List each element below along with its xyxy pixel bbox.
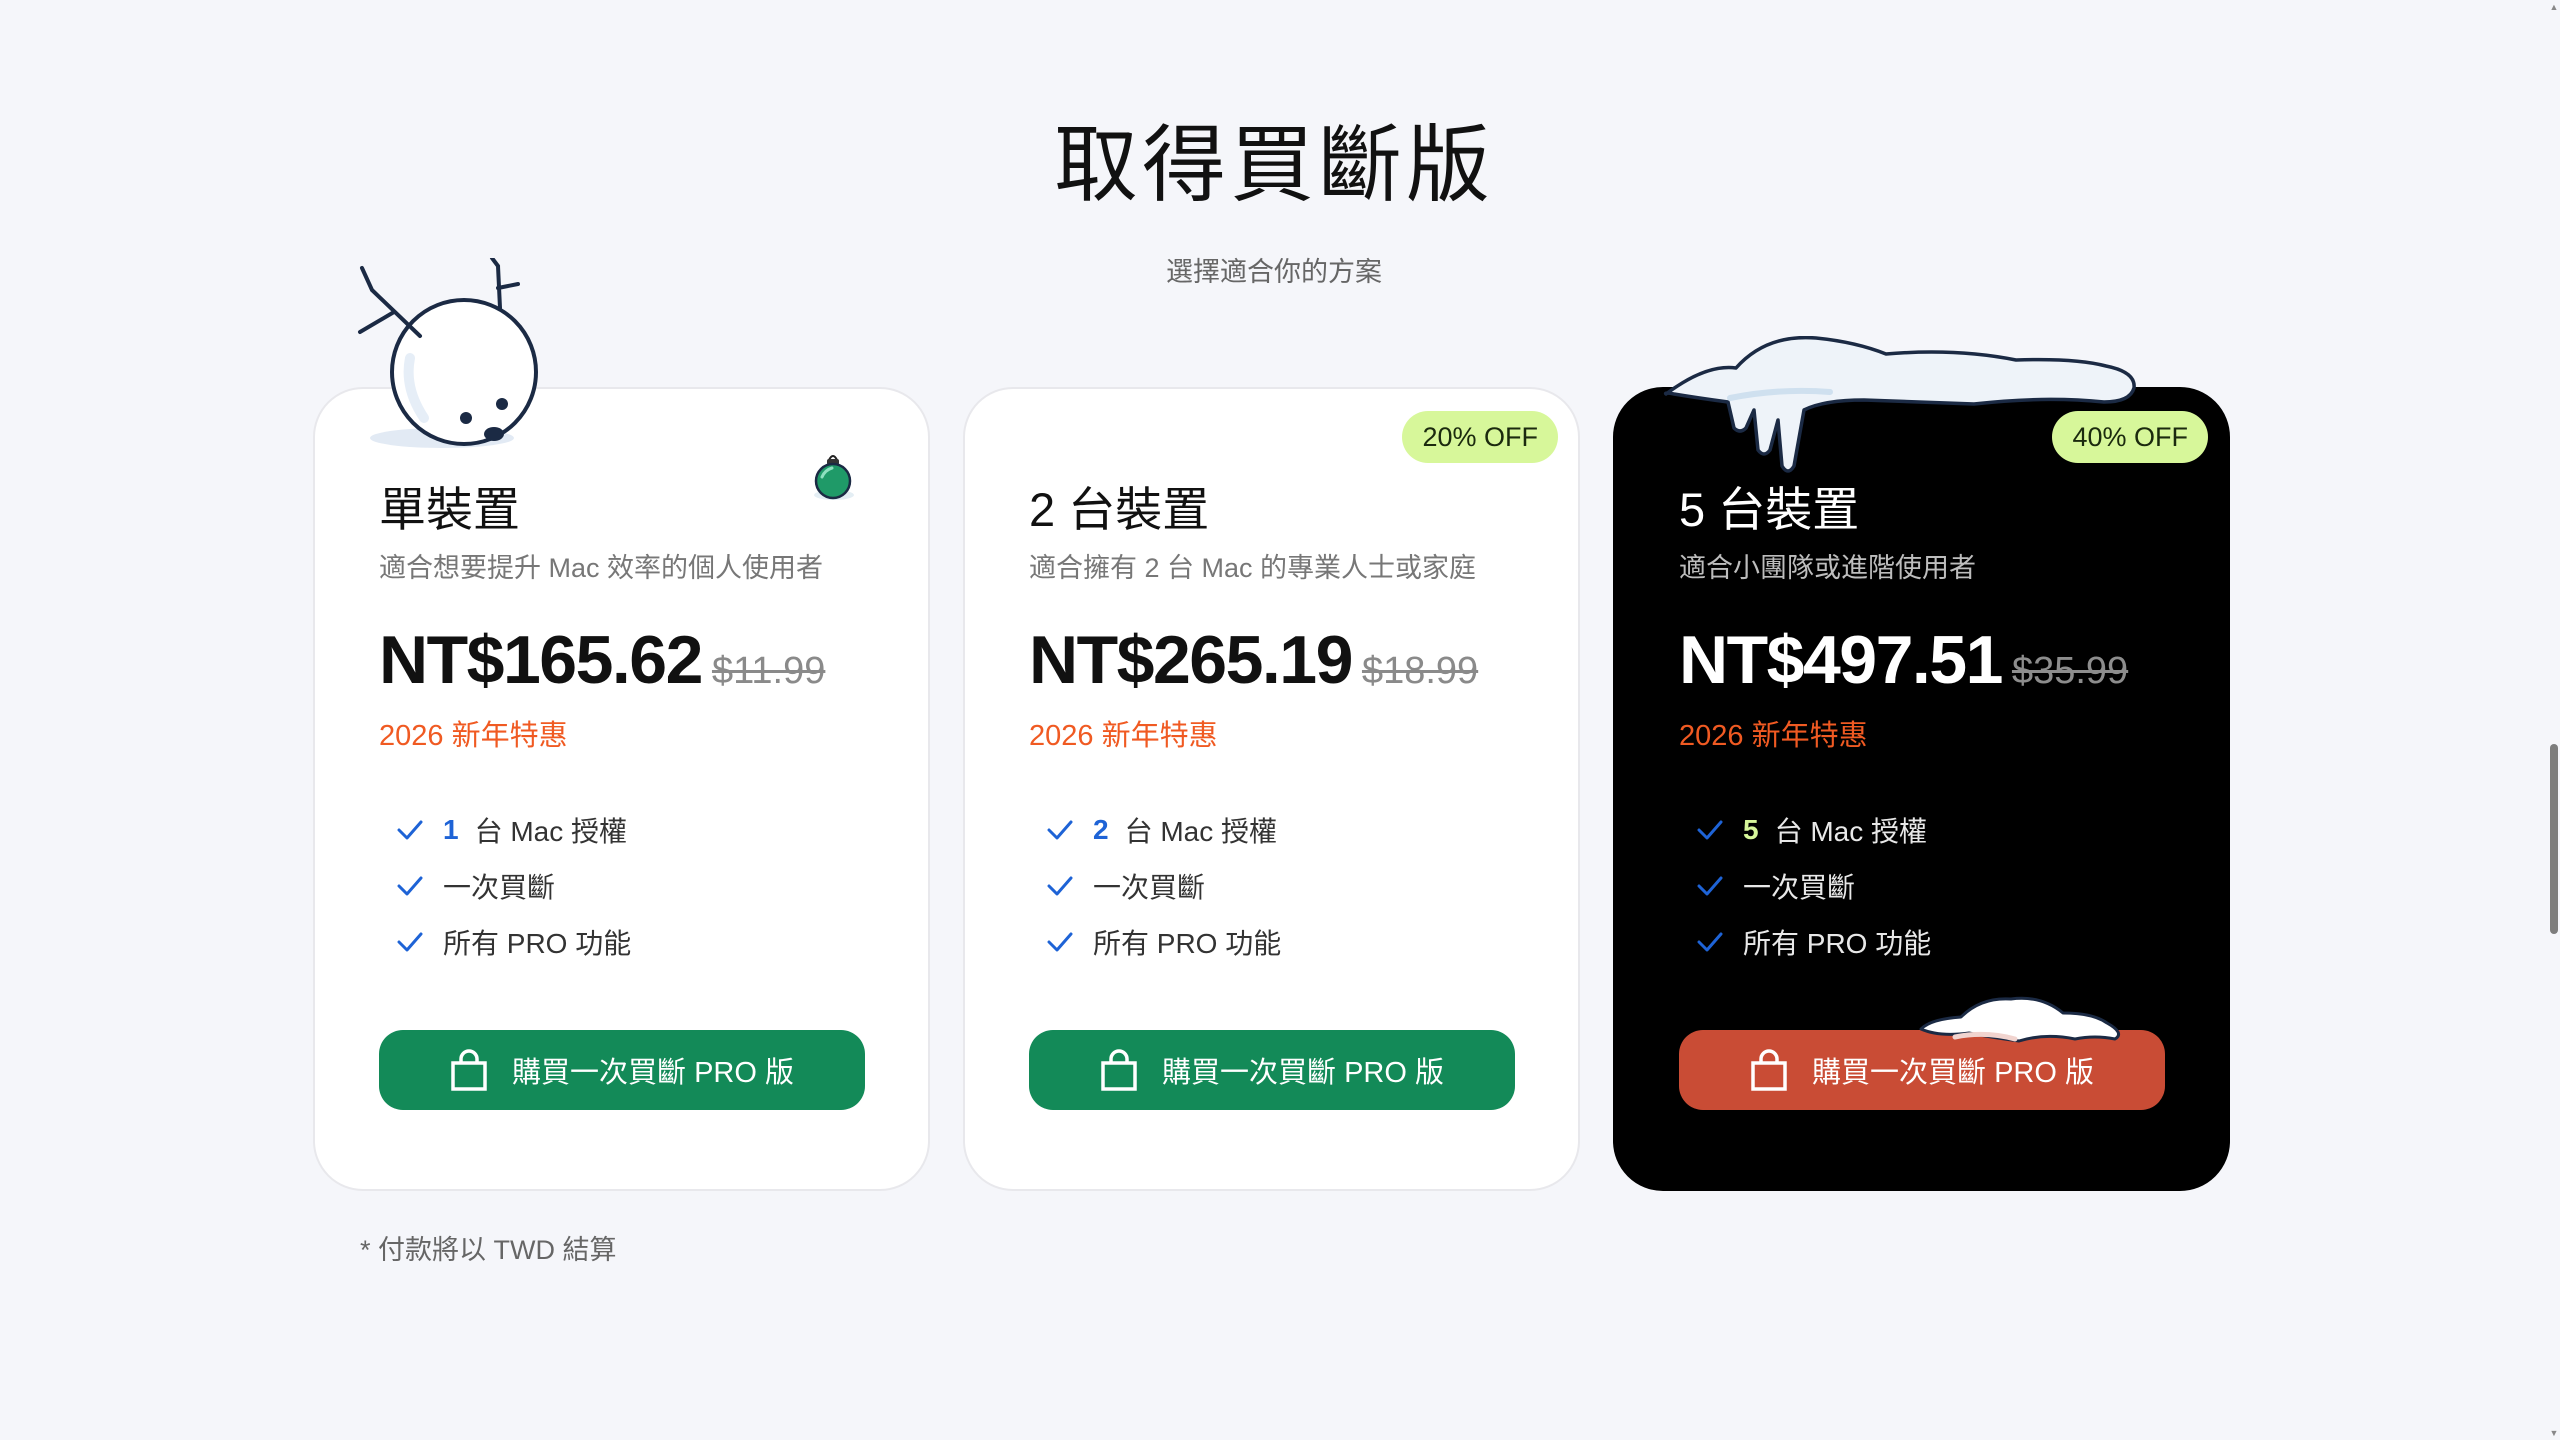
price-row: NT$497.51 $35.99 [1679,621,2128,699]
buy-button-label: 購買一次買斷 PRO 版 [1812,1057,2094,1089]
plan-price: NT$497.51 [1679,622,2003,698]
plan-card-two: 20% OFF 2 台裝置 適合擁有 2 台 Mac 的專業人士或家庭 NT$2… [963,387,1580,1191]
feature-list: 2 台 Mac 授權 一次買斷 所有 PRO 功能 [1047,802,1281,970]
check-icon [1697,820,1723,840]
snow-cap-decoration [1919,996,2121,1043]
shopping-bag-icon [1751,1049,1787,1091]
plan-price: NT$165.62 [379,622,703,698]
price-row: NT$265.19 $18.99 [1029,621,1478,699]
check-icon [397,820,423,840]
feature-list: 5 台 Mac 授權 一次買斷 所有 PRO 功能 [1697,802,1931,970]
price-row: NT$165.62 $11.99 [379,621,825,699]
feature-text: 所有 PRO 功能 [1093,928,1282,959]
plan-name: 5 台裝置 [1679,483,1860,536]
feature-count: 5 [1743,814,1759,845]
check-icon [397,876,423,896]
feature-item: 一次買斷 [1047,858,1281,914]
snowball-reindeer-decoration [358,258,538,448]
feature-item: 5 台 Mac 授權 [1697,802,1931,858]
scrollbar-thumb[interactable] [2550,744,2558,934]
plan-old-price: $18.99 [1361,650,1479,692]
feature-item: 所有 PRO 功能 [397,914,631,970]
feature-text: 一次買斷 [1093,872,1206,903]
promo-label: 2026 新年特惠 [379,720,568,752]
discount-badge: 20% OFF [1402,411,1558,463]
buy-button-label: 購買一次買斷 PRO 版 [1162,1057,1444,1089]
shopping-bag-icon [1101,1049,1137,1091]
feature-text: 台 Mac 授權 [474,816,628,847]
feature-count: 2 [1093,814,1109,845]
plan-name: 單裝置 [379,483,520,536]
feature-item: 2 台 Mac 授權 [1047,802,1281,858]
buy-button-two[interactable]: 購買一次買斷 PRO 版 [1029,1030,1515,1110]
check-icon [1047,932,1073,952]
feature-item: 所有 PRO 功能 [1697,914,1931,970]
pricing-page: 取得買斷版 選擇適合你的方案 單裝置 適合想要提升 Mac 效率的個人使用者 N… [0,0,2560,1440]
check-icon [1697,932,1723,952]
feature-count: 1 [443,814,459,845]
feature-text: 一次買斷 [443,872,556,903]
scroll-up-arrow[interactable]: ▲ [2549,2,2559,12]
page-title: 取得買斷版 [1053,118,1494,212]
plan-card-five: 40% OFF 5 台裝置 適合小團隊或進階使用者 NT$497.51 $35.… [1613,387,2230,1191]
plan-description: 適合擁有 2 台 Mac 的專業人士或家庭 [1029,553,1477,583]
plan-price: NT$265.19 [1029,622,1353,698]
promo-label: 2026 新年特惠 [1679,720,1868,752]
feature-item: 所有 PRO 功能 [1047,914,1281,970]
scrollbar[interactable]: ▲ ▼ [2548,0,2560,1440]
plan-old-price: $35.99 [2011,650,2129,692]
check-icon [1047,876,1073,896]
feature-text: 台 Mac 授權 [1124,816,1278,847]
snow-cap-decoration [1663,336,2136,473]
feature-text: 所有 PRO 功能 [443,928,632,959]
check-icon [1047,820,1073,840]
feature-text: 一次買斷 [1743,872,1856,903]
feature-list: 1 台 Mac 授權 一次買斷 所有 PRO 功能 [397,802,631,970]
feature-item: 一次買斷 [397,858,631,914]
check-icon [1697,876,1723,896]
buy-button-single[interactable]: 購買一次買斷 PRO 版 [379,1030,865,1110]
scroll-down-arrow[interactable]: ▼ [2549,1428,2559,1438]
feature-text: 台 Mac 授權 [1774,816,1928,847]
feature-text: 所有 PRO 功能 [1743,928,1932,959]
plan-card-single: 單裝置 適合想要提升 Mac 效率的個人使用者 NT$165.62 $11.99… [313,387,930,1191]
promo-label: 2026 新年特惠 [1029,720,1218,752]
plan-description: 適合想要提升 Mac 效率的個人使用者 [379,553,824,583]
payment-footnote: * 付款將以 TWD 結算 [360,1235,617,1265]
plan-description: 適合小團隊或進階使用者 [1679,553,1976,583]
buy-button-label: 購買一次買斷 PRO 版 [512,1057,794,1089]
plan-name: 2 台裝置 [1029,483,1210,536]
feature-item: 一次買斷 [1697,858,1931,914]
check-icon [397,932,423,952]
shopping-bag-icon [451,1049,487,1091]
plan-old-price: $11.99 [711,650,826,692]
feature-item: 1 台 Mac 授權 [397,802,631,858]
christmas-ornament-icon [814,455,854,500]
